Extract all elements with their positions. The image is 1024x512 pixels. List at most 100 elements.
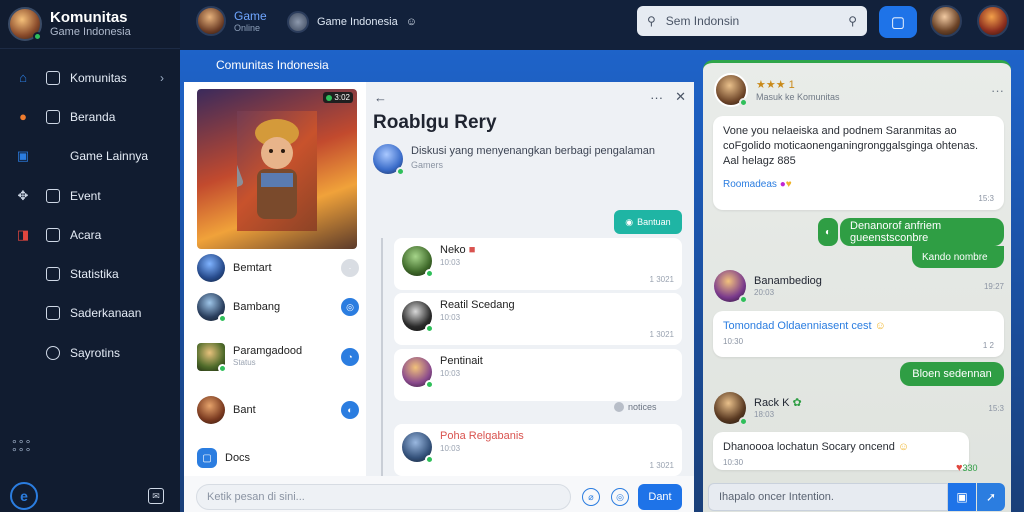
sidebar-item-label: Sayrotins [70,345,121,360]
sidebar-item-label: Acara [70,227,102,242]
sidebar-item-label: Game Lainnya [70,149,149,164]
attach-icon[interactable]: ⌀ [582,488,600,506]
sidebar-item-acara[interactable]: ◨ Acara [0,215,180,254]
message-icon[interactable]: ✉ [148,488,164,504]
back-arrow-icon[interactable]: ← [374,90,387,105]
chat-message-time: 1 2 [982,341,994,350]
avatar [197,396,225,424]
chat-message: Dhanoooa lochatun Socary oncend ☺ 10:30 [713,432,969,470]
top-user-game[interactable]: Game Online [196,6,267,36]
chat-message-text: Tomondad Oldaenniasent cest ☺ [723,320,886,332]
sender-name: Banambediog [754,275,822,287]
chat-message-text: Dhanoooa lochatun Socary oncend ☺ [723,441,910,453]
more-icon[interactable]: ··· [650,90,663,105]
search-input[interactable]: Sem Indonsin [666,14,838,28]
chat-input[interactable]: Ihapalo oncer Intention. [708,483,948,511]
chat-message-time: 15:3 [978,194,994,203]
search-icon[interactable]: ⚲ [848,14,857,28]
comment-item[interactable]: Pentinait 10:03 [394,349,682,401]
comment-item[interactable]: Reatil Scedang 10:03 1 3021 [394,293,682,345]
avatar [714,270,748,304]
brand-avatar [8,7,42,41]
send-button[interactable]: Dant [638,484,682,510]
brand-subtitle: Game Indonesia [50,25,131,38]
user-avatar[interactable] [930,5,962,37]
close-icon[interactable]: ✕ [675,89,686,105]
member-item[interactable]: Bemtart · [197,252,359,284]
box-icon [46,188,60,203]
app-logo-icon[interactable]: e [10,482,38,510]
member-item[interactable]: Bant ◐ [197,394,359,426]
member-action-icon[interactable]: ◐ [341,401,359,419]
top-user-title: Game [234,8,267,23]
comment-input[interactable]: Ketik pesan di sini... [196,484,571,510]
book-icon: ▢ [890,14,906,31]
box-icon [46,70,60,85]
chat-message-footer: Roomadeas ●♥ [723,179,792,190]
home-icon: ⌂ [19,70,27,86]
avatar [714,73,748,107]
sender-status: 20:03 [754,288,775,297]
profile-avatar[interactable] [977,5,1009,37]
comment-item[interactable]: Neko ■ 10:03 1 3021 [394,238,682,290]
gift-icon[interactable]: ♥330 [956,462,978,474]
chat-message: Tomondad Oldaenniasent cest ☺ 10:30 1 2 [713,311,1004,357]
sidebar-item-komunitas[interactable]: ⌂ Komunitas › [0,58,180,97]
chat-message-own: Denanorof anfriem gueenstsconbre [840,218,1004,246]
hero-image[interactable]: 3:02 [197,89,357,249]
member-item-docs[interactable]: ▢ Docs [197,442,359,474]
chat-button[interactable]: ▢ [879,6,917,38]
emoji-icon[interactable]: ◎ [611,488,629,506]
box-icon [46,345,60,360]
chevron-right-icon: › [160,70,164,85]
comment-time: 1 3021 [649,275,674,284]
post-desc-text: Diskusi yang menyenangkan berbagi pengal… [411,145,655,157]
more-icon[interactable]: ··· [991,83,1004,98]
member-name: Bant [233,404,256,416]
sidebar-item-sayrotins[interactable]: Sayrotins [0,333,180,372]
dots-icon[interactable]: °°° °°° [12,438,32,458]
avatar [197,343,227,373]
chat-message-own-sub: Kando nombre [912,246,1004,268]
info-icon [614,402,624,412]
member-item[interactable]: Paramgadood Status ◔ [197,341,359,373]
box-icon [46,267,60,282]
sidebar-item-game-lainnya[interactable]: ▣ Game Lainnya [0,137,180,176]
avatar [197,293,227,323]
search-bar[interactable]: ⚲ Sem Indonsin ⚲ [637,6,867,36]
sidebar-item-label: Beranda [70,109,116,124]
sidebar-item-event[interactable]: ✥ Event [0,176,180,215]
sidebar-item-label: Komunitas [70,70,127,85]
avatar [714,392,748,426]
member-action-icon[interactable]: ◎ [341,298,359,316]
comment-author: Pentinait [440,355,483,367]
avatar [402,246,434,278]
tag-button[interactable]: ◉ Bantuan [614,210,682,234]
hero-character-icon [237,111,317,231]
sidebar-item-beranda[interactable]: ● Beranda [0,97,180,136]
sidebar-divider [0,48,180,49]
emoji-icon: ☺ [405,16,417,28]
send-button[interactable]: ➚ [977,483,1005,511]
top-group-title: Game Indonesia [317,15,398,28]
chat-sender: Banambediog 20:03 19:27 [714,270,1004,304]
send-icon: ➚ [985,490,997,504]
brand[interactable]: Komunitas Game Indonesia [8,6,131,42]
thread-line [381,238,383,476]
red-square-icon: ◨ [16,226,30,242]
status-badge: 3:02 [323,92,353,103]
comment-author: Neko ■ [440,244,476,256]
sidebar-item-saderkanaan[interactable]: Saderkanaan [0,294,180,333]
comment-item[interactable]: Poha Relgabanis 10:03 1 3021 [394,424,682,476]
top-user-group[interactable]: Game Indonesia ☺ [287,11,417,33]
member-item[interactable]: Bambang ◎ [197,291,359,323]
tag-icon: ◉ [625,216,634,227]
sidebar-item-label: Event [70,188,101,203]
comment-meta: 10:03 [440,369,461,378]
member-action-icon[interactable]: · [341,259,359,277]
attach-button[interactable]: ▣ [948,483,976,511]
box-icon [46,306,60,321]
member-action-icon[interactable]: ◔ [341,348,359,366]
sidebar-item-statistika[interactable]: Statistika [0,254,180,293]
reaction-chip[interactable]: ◐ [818,218,838,246]
